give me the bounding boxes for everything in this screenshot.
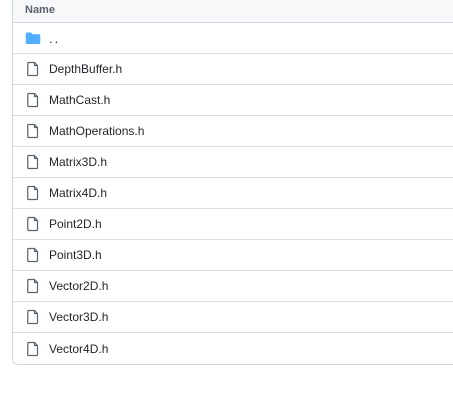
file-icon <box>25 341 41 357</box>
file-row[interactable]: MathCast.h <box>13 85 453 116</box>
file-name-link[interactable]: Vector2D.h <box>49 279 108 293</box>
file-row[interactable]: Matrix3D.h <box>13 147 453 178</box>
file-icon <box>25 61 41 77</box>
parent-directory-row[interactable]: .. <box>13 23 453 54</box>
file-icon <box>25 278 41 294</box>
file-icon <box>25 216 41 232</box>
file-table: Name .. DepthBuffer.h MathCast.h MathOpera… <box>12 0 453 365</box>
file-name-link[interactable]: DepthBuffer.h <box>49 62 122 76</box>
file-name-link[interactable]: Vector4D.h <box>49 342 108 356</box>
file-row[interactable]: Point3D.h <box>13 240 453 271</box>
file-name-link[interactable]: Point3D.h <box>49 248 102 262</box>
file-name-link[interactable]: Point2D.h <box>49 217 102 231</box>
file-row[interactable]: Vector3D.h <box>13 302 453 333</box>
file-name-link[interactable]: MathOperations.h <box>49 124 144 138</box>
file-icon <box>25 247 41 263</box>
file-row[interactable]: Vector2D.h <box>13 271 453 302</box>
file-row[interactable]: Matrix4D.h <box>13 178 453 209</box>
table-header: Name <box>13 0 453 23</box>
file-icon <box>25 123 41 139</box>
file-icon <box>25 92 41 108</box>
file-icon <box>25 309 41 325</box>
file-row[interactable]: MathOperations.h <box>13 116 453 147</box>
file-row[interactable]: Vector4D.h <box>13 333 453 364</box>
folder-icon <box>25 30 41 46</box>
file-row[interactable]: DepthBuffer.h <box>13 54 453 85</box>
column-header-name: Name <box>25 3 55 16</box>
file-icon <box>25 154 41 170</box>
file-name-link[interactable]: Matrix3D.h <box>49 155 107 169</box>
file-row[interactable]: Point2D.h <box>13 209 453 240</box>
file-name-link[interactable]: Vector3D.h <box>49 310 108 324</box>
parent-directory-link[interactable]: .. <box>49 31 60 46</box>
file-name-link[interactable]: MathCast.h <box>49 93 110 107</box>
file-name-link[interactable]: Matrix4D.h <box>49 186 107 200</box>
file-icon <box>25 185 41 201</box>
